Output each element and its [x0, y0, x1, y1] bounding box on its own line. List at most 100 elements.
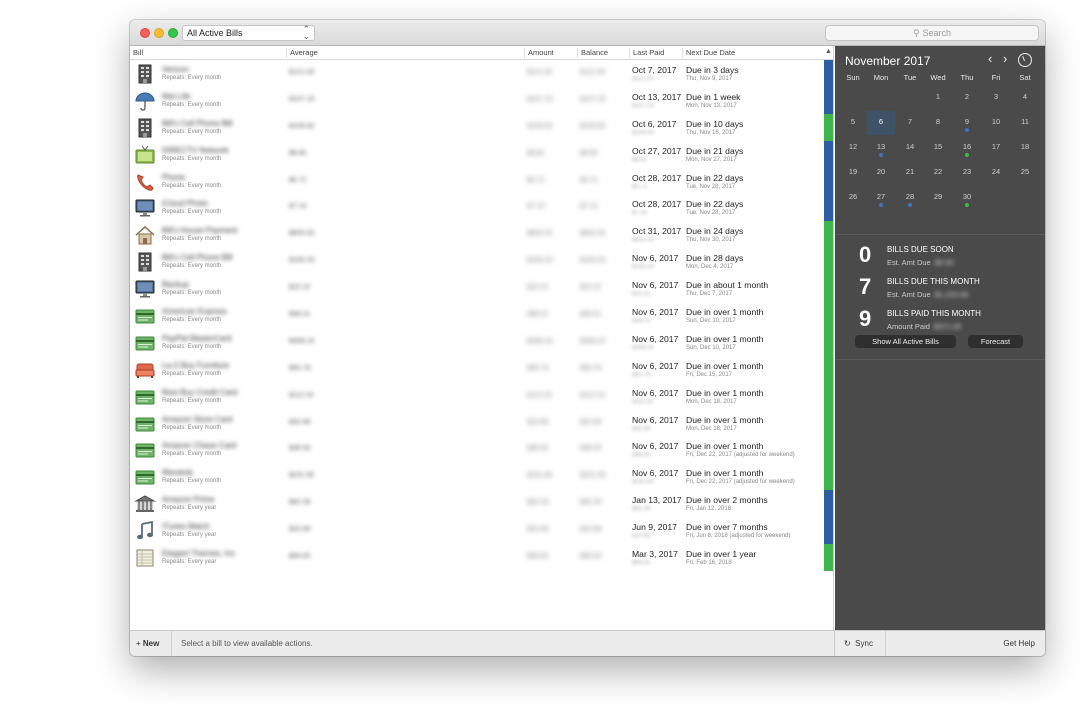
show-all-active-bills-button[interactable]: Show All Active Bills: [855, 335, 956, 348]
summary-stat[interactable]: 7 BILLS DUE THIS MONTH Est. Amt Due $1,233.…: [835, 274, 1045, 306]
phone-icon: [134, 171, 156, 193]
calendar-day[interactable]: 20: [867, 161, 895, 185]
calendar-day[interactable]: 29: [924, 186, 952, 210]
table-row[interactable]: Amazon Store Card Repeats: Every month $32…: [130, 409, 834, 437]
search-field[interactable]: ⚲ Search: [825, 25, 1039, 41]
bill-due-date: Thu, Nov 9, 2017: [686, 76, 733, 82]
calendar-day[interactable]: 3: [982, 86, 1010, 110]
bill-status-bar: [824, 275, 833, 303]
calendar-day[interactable]: 17: [982, 136, 1010, 160]
today-clock-icon[interactable]: [1018, 53, 1032, 67]
calendar-day[interactable]: 25: [1011, 161, 1039, 185]
table-row[interactable]: Bill's Cell Phone Bill Repeats: Every mon…: [130, 113, 834, 141]
column-last-paid[interactable]: Last Paid: [633, 48, 664, 57]
column-balance[interactable]: Balance: [581, 48, 608, 57]
bill-name: DIRECTV Network: [162, 145, 229, 155]
table-row[interactable]: Elegant Themes, Inc Repeats: Every year $6…: [130, 544, 834, 572]
calendar-day[interactable]: 9: [953, 111, 981, 135]
calendar-day[interactable]: 27: [867, 186, 895, 210]
table-row[interactable]: Met Life Repeats: Every month $107.19 $107.…: [130, 86, 834, 114]
calendar-day[interactable]: 14: [896, 136, 924, 160]
calendar-day[interactable]: 5: [839, 111, 867, 135]
bill-repeats: Repeats: Every month: [162, 75, 222, 81]
column-bill[interactable]: Bill: [133, 48, 143, 57]
sort-ascending-icon[interactable]: ▲: [825, 48, 832, 55]
calendar-day[interactable]: 1: [924, 86, 952, 110]
calendar-day[interactable]: 30: [953, 186, 981, 210]
column-average[interactable]: Average: [290, 48, 318, 57]
bill-average: $38.55: [289, 445, 311, 453]
table-row[interactable]: iTunes Match Repeats: Every year $24.99 $24…: [130, 517, 834, 545]
bill-amount: $833.33: [527, 230, 553, 238]
calendar-day[interactable]: 26: [839, 186, 867, 210]
bill-due-dot: [879, 203, 883, 207]
bill-filter-select[interactable]: All Active Bills ⌃ ⌄: [182, 25, 315, 41]
calendar-day[interactable]: 2: [953, 86, 981, 110]
calendar-day[interactable]: 8: [924, 111, 952, 135]
table-row[interactable]: American Express Repeats: Every month $38.…: [130, 302, 834, 330]
calendar-day[interactable]: 21: [896, 161, 924, 185]
calendar-day[interactable]: 10: [982, 111, 1010, 135]
bill-due-status: Due in about 1 month: [686, 280, 769, 291]
zoom-window-button[interactable]: [168, 28, 178, 38]
app-window: All Active Bills ⌃ ⌄ ⚲ Search Bill Average…: [130, 20, 1045, 656]
minimize-window-button[interactable]: [154, 28, 164, 38]
bill-repeats: Repeats: Every month: [162, 290, 222, 297]
stat-label: BILLS DUE THIS MONTH: [887, 277, 980, 286]
calendar-day[interactable]: 12: [839, 136, 867, 160]
bill-repeats: Repeats: Every month: [162, 101, 222, 108]
table-row[interactable]: Amazon Chase Card Repeats: Every month $38…: [130, 436, 834, 464]
get-help-link[interactable]: Get Help: [1003, 639, 1035, 648]
bill-due-status: Due in over 1 month: [686, 360, 764, 371]
forecast-button[interactable]: Forecast: [968, 335, 1023, 348]
calendar-day[interactable]: 4: [1011, 86, 1039, 110]
summary-stat[interactable]: 9 BILLS PAID THIS MONTH Amount Paid $371.09: [835, 306, 1045, 338]
next-month-icon[interactable]: ›: [1003, 51, 1007, 66]
sync-button[interactable]: ↻ Sync: [834, 631, 886, 656]
table-row[interactable]: Amazon Prime Repeats: Every year $92.39 $92…: [130, 490, 834, 518]
calendar-day[interactable]: 22: [924, 161, 952, 185]
table-row[interactable]: DIRECTV Network Repeats: Every month $8.80…: [130, 140, 834, 168]
close-window-button[interactable]: [140, 28, 150, 38]
table-row[interactable]: Phone Repeats: Every month $0.72 $0.72 $0.72…: [130, 167, 834, 195]
calendar-day[interactable]: 24: [982, 161, 1010, 185]
column-next-due[interactable]: Next Due Date: [686, 48, 735, 57]
bill-amount: $69.00: [527, 553, 549, 561]
bill-status-bar: [824, 140, 833, 168]
calendar-day[interactable]: 16: [953, 136, 981, 160]
calendar-day[interactable]: 13: [867, 136, 895, 160]
calendar-day[interactable]: 23: [953, 161, 981, 185]
title-bar: All Active Bills ⌃ ⌄ ⚲ Search: [130, 20, 1045, 46]
calendar-day[interactable]: 15: [924, 136, 952, 160]
new-bill-button[interactable]: + New: [130, 631, 172, 656]
table-row[interactable]: Bill's Cell Phone Bill Repeats: Every mon…: [130, 248, 834, 276]
table-row[interactable]: Bill's House Payment Repeats: Every month…: [130, 221, 834, 249]
table-row[interactable]: PayPal MasterCard Repeats: Every month $30…: [130, 328, 834, 356]
card-icon: [134, 466, 156, 488]
divider: [835, 234, 1045, 235]
calendar-day[interactable]: 19: [839, 161, 867, 185]
bill-status-bar: [824, 221, 833, 249]
calendar-day[interactable]: 7: [896, 111, 924, 135]
bill-name: Phone: [162, 172, 186, 182]
calendar-day[interactable]: 6: [867, 111, 895, 135]
bill-repeats: Repeats: Every year: [162, 532, 217, 539]
table-row[interactable]: Verizon Repeats: Every month $121.00 $121.0…: [130, 60, 834, 87]
bill-last-paid-amount: $109.00: [632, 129, 654, 136]
table-row[interactable]: Best Buy Credit Card Repeats: Every month…: [130, 382, 834, 410]
calendar-day[interactable]: 28: [896, 186, 924, 210]
bill-status-bar: [824, 167, 833, 195]
table-row[interactable]: Backup Repeats: Every month $22.22 $22.22 $2…: [130, 275, 834, 303]
summary-stat[interactable]: 0 BILLS DUE SOON Est. Amt Due $0.00: [835, 242, 1045, 274]
table-row[interactable]: La-Z-Boy Furniture Repeats: Every month $5…: [130, 355, 834, 383]
column-amount[interactable]: Amount: [528, 48, 554, 57]
table-row[interactable]: iCloud Photo Repeats: Every month $7.10 $7.…: [130, 194, 834, 222]
bill-due-dot: [965, 203, 969, 207]
previous-month-icon[interactable]: ‹: [988, 51, 992, 66]
bill-balance: $22.22: [580, 284, 602, 292]
table-row[interactable]: Menards Repeats: Every month $231.95 $231.9…: [130, 463, 834, 491]
bill-due-status: Due in 22 days: [686, 172, 744, 183]
calendar-day[interactable]: 11: [1011, 111, 1039, 135]
bill-status-bar: [824, 302, 833, 330]
calendar-day[interactable]: 18: [1011, 136, 1039, 160]
